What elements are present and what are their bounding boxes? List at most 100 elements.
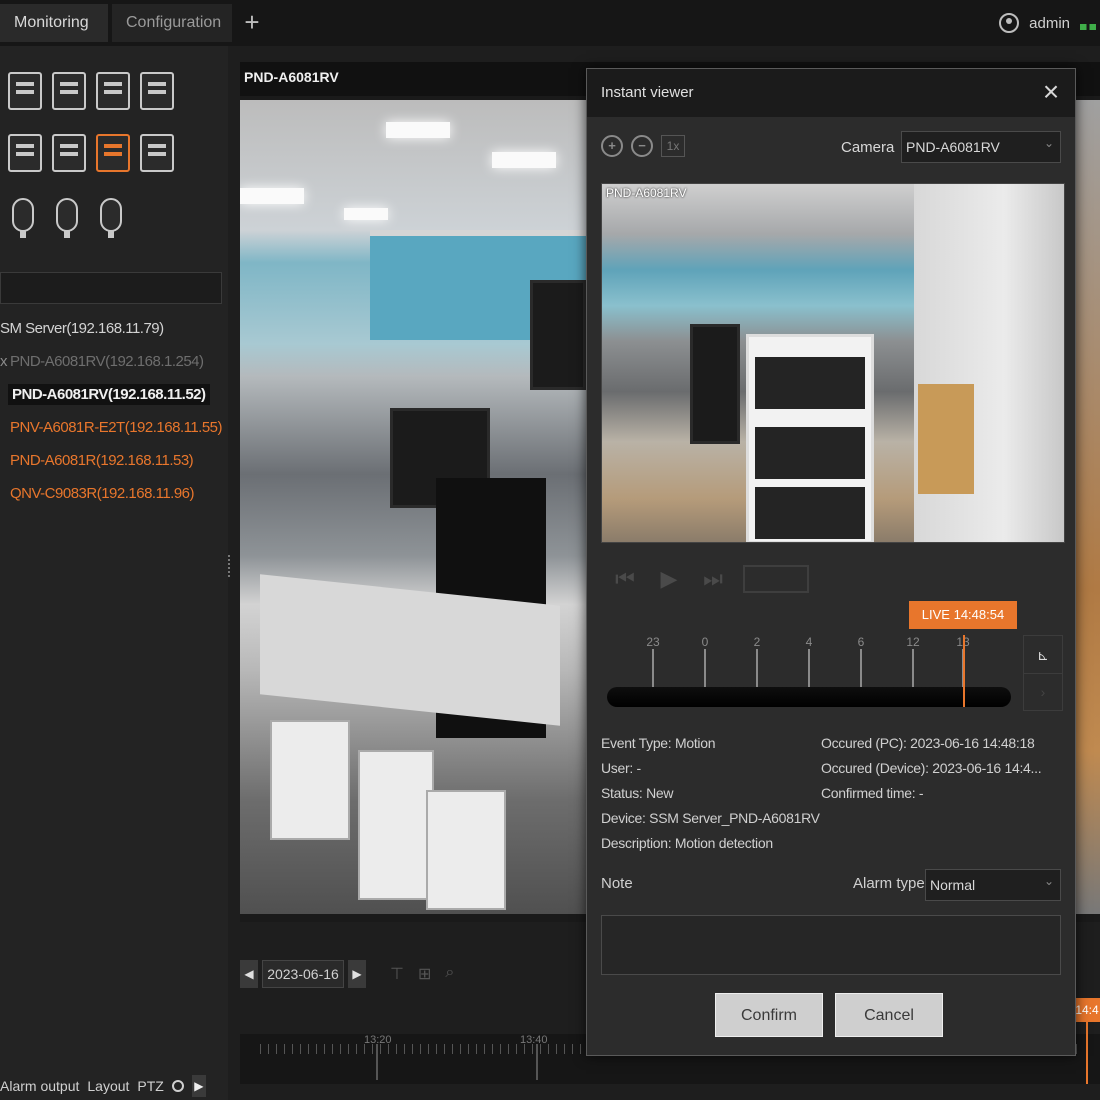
hour-tick [912, 649, 914, 689]
tree-server[interactable]: SM Server(192.168.11.79) [0, 312, 228, 345]
prev-date-icon[interactable]: ◀ [240, 960, 258, 988]
event-type: Event Type: Motion [601, 735, 716, 751]
sidebar-bottom-tabs: Alarm output Layout PTZ ▶ [0, 1072, 228, 1100]
hour-tick-label: 2 [753, 635, 761, 649]
note-textarea[interactable] [601, 915, 1061, 975]
hour-tick-label: 6 [857, 635, 865, 649]
cancel-button[interactable]: Cancel [835, 993, 943, 1037]
search-icon[interactable]: ⌕ [445, 964, 454, 984]
tree-item[interactable]: x PND-A6081RV(192.168.1.254) [0, 345, 228, 378]
playback-speed[interactable] [743, 565, 809, 593]
second-video-edge [1072, 100, 1100, 914]
panel-splitter[interactable] [228, 555, 234, 577]
timeline-cursor[interactable] [1086, 1022, 1088, 1084]
event-preview-video[interactable]: PND-A6081RV [601, 183, 1065, 543]
tab-monitoring-1[interactable]: Monitoring 1 [0, 4, 108, 69]
preview-boxes [918, 384, 974, 494]
shelf-row [755, 487, 865, 539]
export-icon[interactable]: ⊞ [418, 964, 431, 984]
mic-icon[interactable] [56, 198, 78, 238]
skip-forward-icon[interactable]: ⏭ [699, 565, 727, 593]
close-icon[interactable]: × [1037, 78, 1065, 107]
hour-tick-label: 4 [805, 635, 813, 649]
event-info-right: Occured (PC): 2023-06-16 14:48:18 Occure… [821, 731, 1042, 806]
plus-icon[interactable]: + [240, 8, 264, 36]
dialog-title: Instant viewer [587, 69, 1075, 117]
alarm-type-select[interactable]: Normal [925, 866, 1061, 901]
timeline-zoom-in-icon[interactable]: ⊾ [1024, 636, 1062, 674]
hour-tick [704, 649, 706, 689]
timeline-tools: ⊤ ⊞ ⌕ [390, 964, 454, 984]
ceiling-light [492, 152, 556, 168]
tab-configuration[interactable]: Configuration [112, 4, 232, 42]
tree-item-selected[interactable]: PND-A6081RV(192.168.11.52) [0, 378, 228, 411]
ceiling-light [240, 188, 304, 204]
event-timeline-bar [607, 687, 1011, 707]
office-cabinet [358, 750, 434, 900]
timeline-live-badge: 14:4 [1072, 998, 1100, 1022]
mic-broadcast-icon[interactable] [100, 198, 122, 238]
timeline-zoom-controls: ⊾ › [1023, 635, 1063, 711]
note-label: Note [601, 875, 633, 892]
alarm-bell-icon[interactable] [52, 72, 86, 110]
event-timeline-cursor[interactable] [963, 635, 965, 707]
chevron-right-icon[interactable]: ▶ [191, 1075, 206, 1097]
copy-icon[interactable] [52, 134, 86, 172]
print-icon[interactable] [8, 72, 42, 110]
device-search-input[interactable] [0, 272, 222, 304]
zoom-reset-button[interactable]: 1x [661, 135, 685, 157]
office-cabinet [270, 720, 350, 840]
chevron-right-icon[interactable]: › [1024, 674, 1062, 710]
timeline-label: 13:40 [520, 1034, 548, 1046]
tab-ptz[interactable]: PTZ [137, 1078, 163, 1094]
tree-item[interactable]: QNV-C9083R(192.168.11.96) [0, 477, 228, 510]
event-timeline[interactable]: 23 0 2 4 6 12 13 [601, 635, 1019, 711]
timeline-date[interactable]: 2023-06-16 [262, 960, 344, 988]
zoom-tools: + − 1x [601, 135, 685, 157]
layout-map-icon[interactable] [96, 72, 130, 110]
tab-alarm-output[interactable]: Alarm output [0, 1078, 79, 1094]
shelf-row [755, 427, 865, 479]
mic-settings-icon[interactable] [12, 198, 34, 238]
user-icon [999, 13, 1020, 33]
ceiling-light [344, 208, 388, 220]
timeline-date-bar: ◀ 2023-06-16 ▶ ⊤ ⊞ ⌕ [240, 958, 454, 990]
hour-tick-label: 23 [646, 635, 660, 649]
instant-viewer-dialog: Instant viewer × + − 1x Camera PND-A6081… [586, 68, 1076, 1056]
tab-layout[interactable]: Layout [87, 1078, 129, 1094]
confirmed-time: Confirmed time: - [821, 785, 924, 801]
next-date-icon[interactable]: ▶ [348, 960, 366, 988]
event-info-left: Event Type: Motion User: - Status: New D… [601, 731, 820, 856]
list-view-icon[interactable] [140, 72, 174, 110]
camera-select[interactable]: PND-A6081RV [901, 128, 1061, 163]
live-time-badge: LIVE 14:48:54 [909, 601, 1017, 629]
event-status: Status: New [601, 785, 674, 801]
zoom-out-icon[interactable]: − [631, 135, 653, 157]
user-menu[interactable]: admin [999, 8, 1070, 38]
zoom-in-icon[interactable]: + [601, 135, 623, 157]
office-monitor [530, 280, 586, 390]
user-name: admin [1029, 14, 1070, 32]
grid-layout-icon[interactable] [8, 134, 42, 172]
settings-icon[interactable] [171, 1080, 184, 1092]
confirm-button[interactable]: Confirm [715, 993, 823, 1037]
live-video-feed[interactable] [240, 100, 590, 914]
camera-label: Camera [841, 139, 895, 156]
timeline-major-tick [376, 1044, 378, 1080]
event-description: Description: Motion detection [601, 835, 773, 851]
top-bar: Monitoring 1 Configuration + admin [0, 0, 1100, 69]
play-icon[interactable]: ▶ [655, 565, 683, 593]
instant-viewer-icon[interactable] [96, 134, 130, 172]
skip-back-icon[interactable]: ⏮ [611, 565, 639, 593]
occurred-pc: Occured (PC): 2023-06-16 14:48:18 [821, 735, 1035, 751]
event-info-icon[interactable] [140, 134, 174, 172]
filter-icon[interactable]: ⊤ [390, 964, 404, 984]
occurred-device: Occured (Device): 2023-06-16 14:4... [821, 760, 1042, 776]
tree-item[interactable]: PND-A6081R(192.168.11.53) [0, 444, 228, 477]
shelf-row [755, 357, 865, 409]
alarm-type-label: Alarm type [853, 875, 925, 892]
hour-tick [808, 649, 810, 689]
office-cabinet [426, 790, 506, 910]
tree-item[interactable]: PNV-A6081R-E2T(192.168.11.55) [0, 411, 228, 444]
hour-tick-label: 0 [701, 635, 709, 649]
